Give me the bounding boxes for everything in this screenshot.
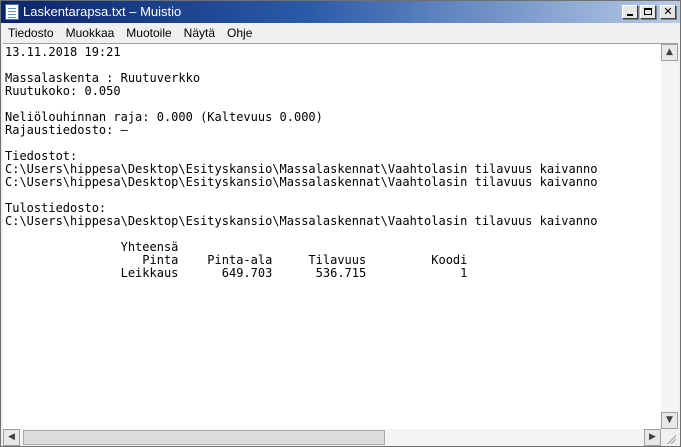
text-line: Massalaskenta : Ruutuverkko	[5, 71, 201, 85]
maximize-button[interactable]	[640, 5, 656, 19]
vertical-scroll-track[interactable]	[661, 61, 678, 412]
text-line: C:\Users\hippesa\Desktop\Esityskansio\Ma…	[5, 175, 598, 189]
text-line: Leikkaus 649.703 536.715 1	[5, 266, 468, 280]
horizontal-scroll-thumb[interactable]	[23, 430, 385, 445]
vertical-scrollbar[interactable]: ▲ ▼	[661, 44, 678, 429]
text-line: Rajaustiedosto: –	[5, 123, 128, 137]
close-button[interactable]: ✕	[660, 5, 676, 19]
scroll-right-button[interactable]: ▶	[644, 429, 661, 446]
text-line: Tiedostot:	[5, 149, 78, 163]
text-line: Tulostiedosto:	[5, 201, 107, 215]
window-controls: ✕	[622, 5, 676, 19]
arrow-up-icon: ▲	[666, 47, 673, 57]
menu-edit[interactable]: Muokkaa	[60, 24, 121, 42]
arrow-right-icon: ▶	[649, 432, 656, 442]
text-line: C:\Users\hippesa\Desktop\Esityskansio\Ma…	[5, 162, 598, 176]
text-line: Yhteensä	[5, 240, 179, 254]
menu-help[interactable]: Ohje	[221, 24, 258, 42]
scroll-down-button[interactable]: ▼	[661, 412, 678, 429]
arrow-left-icon: ◀	[8, 432, 15, 442]
minimize-button[interactable]	[622, 5, 638, 19]
title-bar[interactable]: Laskentarapsa.txt – Muistio ✕	[1, 1, 680, 23]
text-line: Ruutukoko: 0.050	[5, 84, 121, 98]
menu-view[interactable]: Näytä	[178, 24, 221, 42]
resize-grip[interactable]	[661, 429, 678, 446]
notepad-window: Laskentarapsa.txt – Muistio ✕ Tiedosto M…	[0, 0, 681, 447]
document-text[interactable]: 13.11.2018 19:21 Massalaskenta : Ruutuve…	[5, 46, 659, 428]
arrow-down-icon: ▼	[666, 415, 673, 425]
text-line: Neliölouhinnan raja: 0.000 (Kaltevuus 0.…	[5, 110, 323, 124]
scroll-left-button[interactable]: ◀	[3, 429, 20, 446]
scroll-up-button[interactable]: ▲	[661, 44, 678, 61]
menu-bar: Tiedosto Muokkaa Muotoile Näytä Ohje	[1, 23, 680, 43]
text-line: C:\Users\hippesa\Desktop\Esityskansio\Ma…	[5, 214, 598, 228]
menu-file[interactable]: Tiedosto	[1, 24, 60, 42]
text-line: Pinta Pinta-ala Tilavuus Koodi	[5, 253, 468, 267]
menu-format[interactable]: Muotoile	[120, 24, 177, 42]
text-editor[interactable]: 13.11.2018 19:21 Massalaskenta : Ruutuve…	[3, 43, 678, 429]
window-title: Laskentarapsa.txt – Muistio	[23, 4, 182, 19]
close-icon: ✕	[663, 5, 673, 18]
text-line: 13.11.2018 19:21	[5, 46, 121, 59]
horizontal-scrollbar[interactable]: ◀ ▶	[3, 429, 661, 446]
notepad-icon	[5, 4, 19, 20]
horizontal-scroll-track[interactable]	[20, 429, 644, 446]
